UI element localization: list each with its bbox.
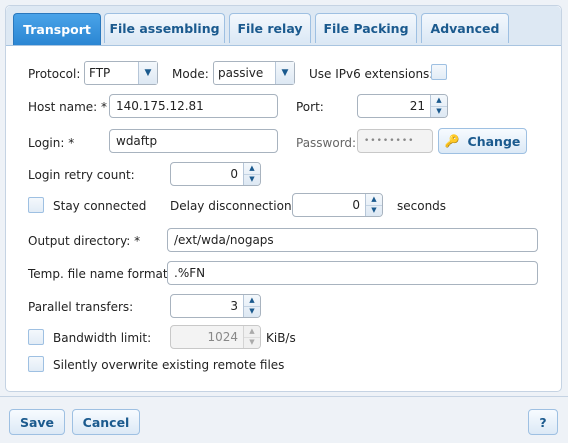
port-input[interactable]: 21 ▲ ▼	[357, 94, 448, 118]
delay-disconnection-stepper[interactable]: ▲ ▼	[365, 194, 382, 216]
arrow-down-icon[interactable]: ▼	[244, 175, 260, 186]
parallel-transfers-value: 3	[230, 299, 238, 313]
cancel-button[interactable]: Cancel	[72, 409, 140, 435]
key-icon: 🔑	[444, 134, 460, 148]
bandwidth-limit-checkbox[interactable]	[28, 329, 44, 345]
delay-disconnection-input[interactable]: 0 ▲ ▼	[292, 193, 383, 217]
login-retry-label: Login retry count:	[28, 168, 135, 182]
tab-file-packing[interactable]: File Packing	[315, 13, 417, 43]
seconds-label: seconds	[397, 199, 447, 213]
arrow-down-icon[interactable]: ▼	[244, 307, 260, 318]
mode-value: passive	[218, 66, 264, 80]
mode-label: Mode:	[172, 67, 209, 81]
arrow-up-icon: ▲	[244, 326, 260, 338]
change-password-button[interactable]: 🔑 Change	[438, 128, 527, 154]
protocol-select[interactable]: FTP ▼	[84, 61, 158, 85]
port-label: Port:	[296, 100, 324, 114]
parallel-transfers-input[interactable]: 3 ▲ ▼	[170, 294, 261, 318]
arrow-up-icon[interactable]: ▲	[366, 194, 382, 206]
port-stepper[interactable]: ▲ ▼	[430, 95, 447, 117]
bandwidth-limit-stepper: ▲ ▼	[243, 326, 260, 348]
temp-file-name-format-input[interactable]: .%FN	[167, 261, 538, 285]
chevron-down-icon: ▼	[138, 62, 157, 84]
chevron-down-icon: ▼	[275, 62, 294, 84]
tab-strip: Transport File assembling File relay Fil…	[6, 6, 561, 46]
stay-connected-checkbox[interactable]	[28, 197, 44, 213]
change-label: Change	[467, 133, 521, 149]
arrow-up-icon[interactable]: ▲	[244, 163, 260, 175]
port-value: 21	[409, 99, 425, 113]
login-input[interactable]: wdaftp	[109, 129, 278, 153]
arrow-down-icon[interactable]: ▼	[366, 206, 382, 217]
bandwidth-limit-label: Bandwidth limit:	[53, 331, 152, 345]
tab-file-relay[interactable]: File relay	[229, 13, 311, 43]
arrow-up-icon[interactable]: ▲	[431, 95, 447, 107]
tab-file-assembling[interactable]: File assembling	[104, 13, 225, 43]
save-button[interactable]: Save	[9, 409, 65, 435]
login-retry-input[interactable]: 0 ▲ ▼	[170, 162, 261, 186]
login-retry-stepper[interactable]: ▲ ▼	[243, 163, 260, 185]
delay-disconnection-label: Delay disconnection:	[170, 199, 296, 213]
password-input: ••••••••	[357, 129, 433, 153]
arrow-up-icon[interactable]: ▲	[244, 295, 260, 307]
bandwidth-limit-value: 1024	[207, 330, 238, 344]
parallel-transfers-stepper[interactable]: ▲ ▼	[243, 295, 260, 317]
parallel-transfers-label: Parallel transfers:	[28, 300, 134, 314]
output-directory-input[interactable]: /ext/wda/nogaps	[167, 228, 538, 252]
temp-file-name-format-label: Temp. file name format:	[28, 267, 172, 281]
tab-advanced[interactable]: Advanced	[421, 13, 509, 43]
protocol-value: FTP	[89, 66, 111, 80]
password-label: Password:	[296, 136, 357, 150]
delay-disconnection-value: 0	[352, 198, 360, 212]
stay-connected-label: Stay connected	[53, 199, 147, 213]
mode-select[interactable]: passive ▼	[213, 61, 295, 85]
tab-transport[interactable]: Transport	[13, 13, 101, 45]
output-directory-label: Output directory: *	[28, 234, 141, 248]
ipv6-checkbox[interactable]	[431, 64, 447, 80]
login-retry-value: 0	[230, 167, 238, 181]
arrow-down-icon: ▼	[249, 338, 255, 347]
login-label: Login: *	[28, 136, 75, 150]
host-name-input[interactable]: 140.175.12.81	[109, 94, 278, 118]
arrow-down-icon[interactable]: ▼	[431, 107, 447, 118]
help-button[interactable]: ?	[528, 409, 558, 435]
ipv6-label: Use IPv6 extensions:	[309, 67, 434, 81]
overwrite-label: Silently overwrite existing remote files	[53, 358, 285, 372]
bandwidth-limit-input: 1024 ▲ ▼	[170, 325, 261, 349]
protocol-label: Protocol:	[28, 67, 81, 81]
overwrite-checkbox[interactable]	[28, 356, 44, 372]
host-name-label: Host name: *	[28, 100, 108, 114]
bandwidth-unit-label: KiB/s	[266, 331, 296, 345]
